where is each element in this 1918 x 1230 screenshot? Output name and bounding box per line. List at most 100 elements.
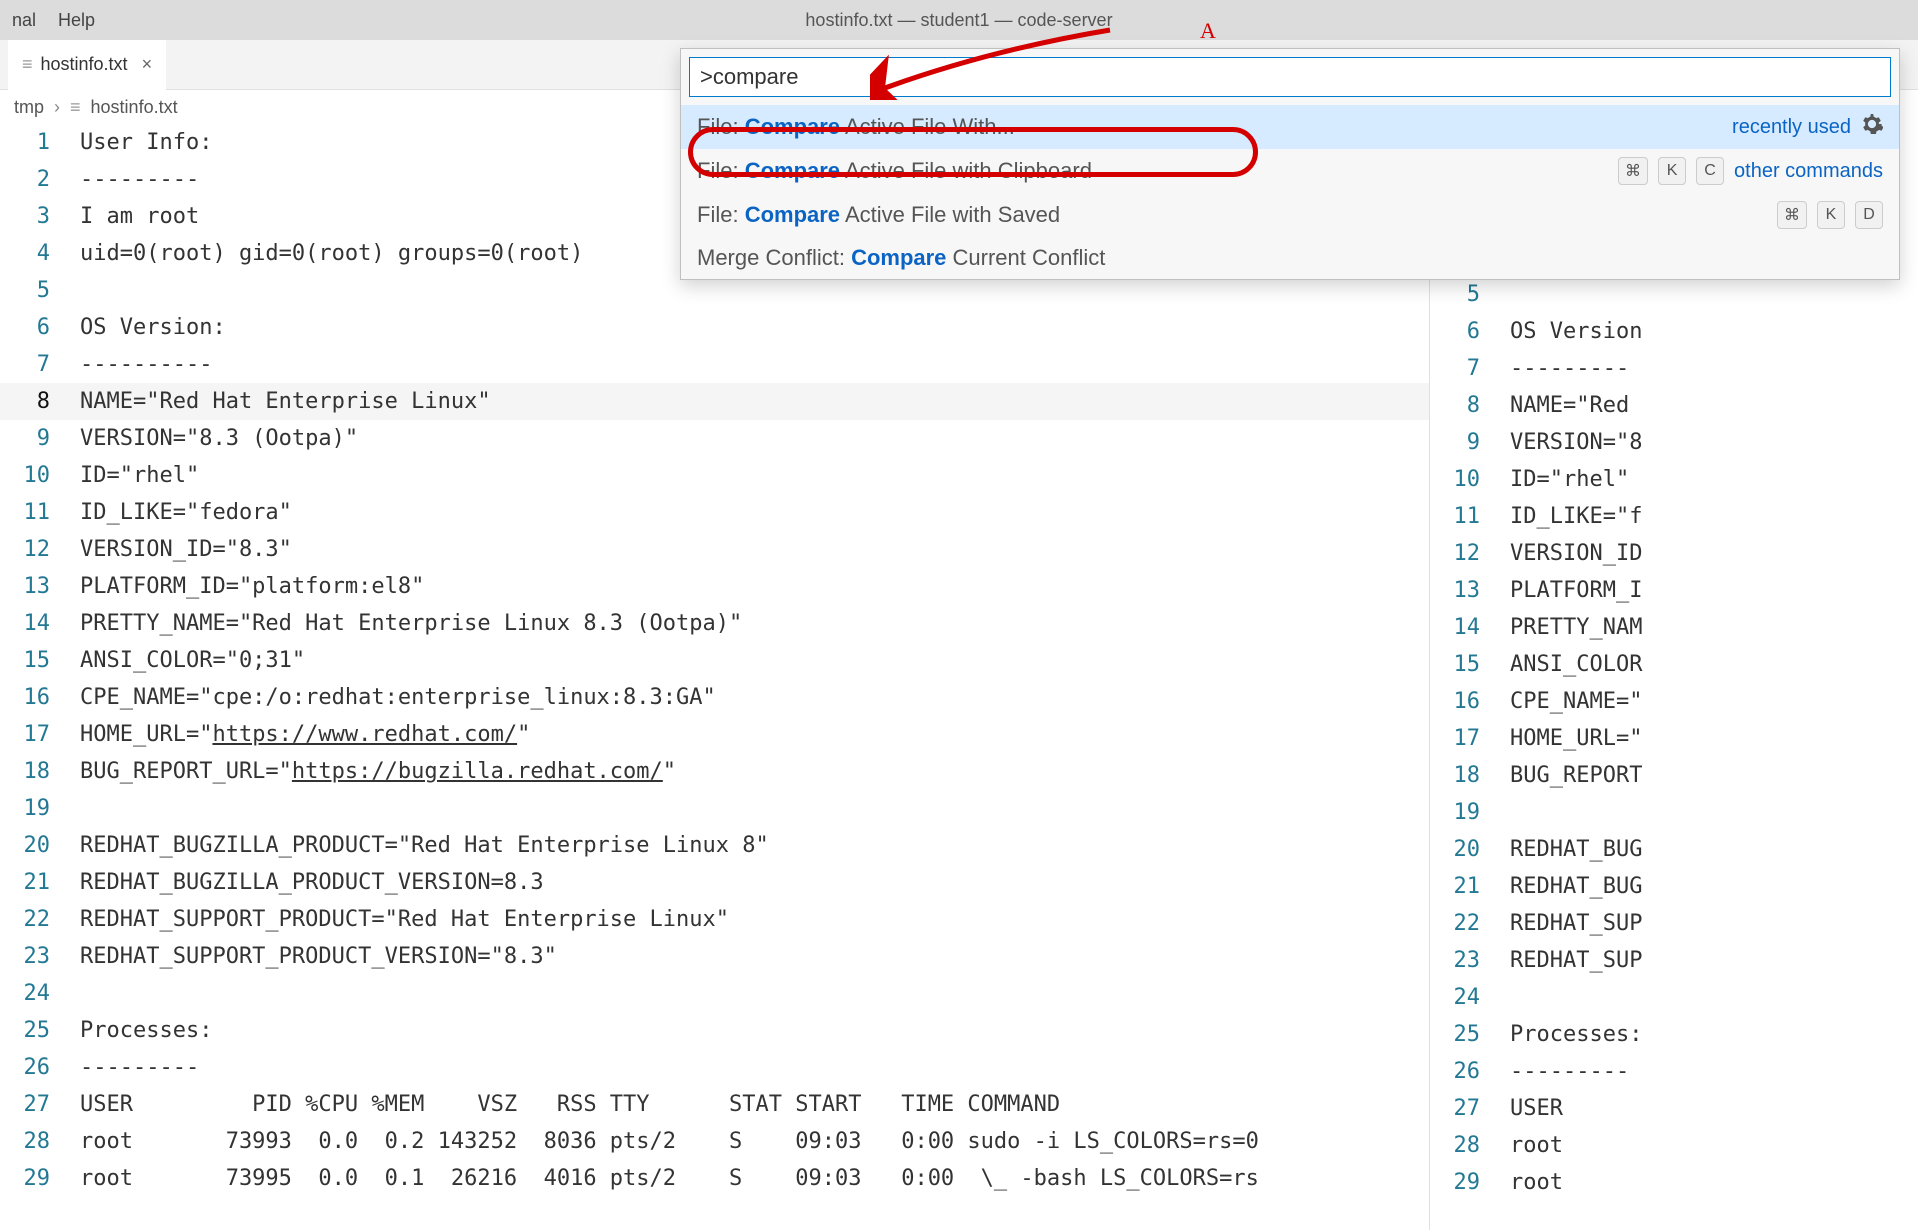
code-text[interactable]: Processes: bbox=[1510, 1016, 1642, 1053]
code-text[interactable]: OS Version: bbox=[80, 309, 226, 346]
code-line[interactable]: 22REDHAT_SUP bbox=[1430, 905, 1918, 942]
code-text[interactable]: ANSI_COLOR bbox=[1510, 646, 1642, 683]
code-text[interactable]: REDHAT_BUG bbox=[1510, 868, 1642, 905]
code-line[interactable]: 20REDHAT_BUGZILLA_PRODUCT="Red Hat Enter… bbox=[0, 827, 1429, 864]
code-text[interactable]: root 73995 0.0 0.1 26216 4016 pts/2 S 09… bbox=[80, 1160, 1259, 1197]
code-text[interactable]: VERSION_ID="8.3" bbox=[80, 531, 292, 568]
code-line[interactable]: 14PRETTY_NAME="Red Hat Enterprise Linux … bbox=[0, 605, 1429, 642]
code-text[interactable]: VERSION="8 bbox=[1510, 424, 1642, 461]
code-line[interactable]: 13PLATFORM_ID="platform:el8" bbox=[0, 568, 1429, 605]
code-text[interactable]: REDHAT_SUP bbox=[1510, 942, 1642, 979]
tab-hostinfo[interactable]: hostinfo.txt × bbox=[8, 40, 166, 90]
code-line[interactable]: 13PLATFORM_I bbox=[1430, 572, 1918, 609]
command-palette-item[interactable]: File: Compare Active File with Saved⌘KD bbox=[681, 193, 1899, 237]
code-line[interactable]: 28root 73993 0.0 0.2 143252 8036 pts/2 S… bbox=[0, 1123, 1429, 1160]
code-line[interactable]: 7--------- bbox=[1430, 350, 1918, 387]
code-line[interactable]: 18BUG_REPORT bbox=[1430, 757, 1918, 794]
code-line[interactable]: 19 bbox=[0, 790, 1429, 827]
code-line[interactable]: 15ANSI_COLOR="0;31" bbox=[0, 642, 1429, 679]
code-line[interactable]: 14PRETTY_NAM bbox=[1430, 609, 1918, 646]
code-line[interactable]: 29root 73995 0.0 0.1 26216 4016 pts/2 S … bbox=[0, 1160, 1429, 1197]
code-text[interactable]: --------- bbox=[1510, 1053, 1629, 1090]
code-line[interactable]: 11ID_LIKE="fedora" bbox=[0, 494, 1429, 531]
code-line[interactable]: 27USER bbox=[1430, 1090, 1918, 1127]
editor-right[interactable]: 56OS Version7---------8NAME="Red9VERSION… bbox=[1430, 124, 1918, 1230]
command-palette-input[interactable] bbox=[689, 57, 1891, 97]
code-line[interactable]: 19 bbox=[1430, 794, 1918, 831]
breadcrumb-folder[interactable]: tmp bbox=[14, 97, 44, 118]
code-text[interactable]: root bbox=[1510, 1164, 1563, 1201]
code-text[interactable]: REDHAT_BUG bbox=[1510, 831, 1642, 868]
code-text[interactable]: User Info: bbox=[80, 124, 212, 161]
code-line[interactable]: 7---------- bbox=[0, 346, 1429, 383]
code-line[interactable]: 18BUG_REPORT_URL="https://bugzilla.redha… bbox=[0, 753, 1429, 790]
code-text[interactable]: HOME_URL="https://www.redhat.com/" bbox=[80, 716, 530, 753]
code-text[interactable]: ---------- bbox=[80, 346, 212, 383]
code-text[interactable]: PLATFORM_I bbox=[1510, 572, 1642, 609]
code-text[interactable]: REDHAT_BUGZILLA_PRODUCT_VERSION=8.3 bbox=[80, 864, 544, 901]
code-text[interactable]: --------- bbox=[80, 161, 199, 198]
code-line[interactable]: 24 bbox=[1430, 979, 1918, 1016]
code-text[interactable]: BUG_REPORT_URL="https://bugzilla.redhat.… bbox=[80, 753, 676, 790]
code-line[interactable]: 16CPE_NAME=" bbox=[1430, 683, 1918, 720]
code-line[interactable]: 17HOME_URL=" bbox=[1430, 720, 1918, 757]
code-line[interactable]: 10ID="rhel" bbox=[0, 457, 1429, 494]
code-text[interactable]: ID_LIKE="fedora" bbox=[80, 494, 292, 531]
code-text[interactable]: USER PID %CPU %MEM VSZ RSS TTY STAT STAR… bbox=[80, 1086, 1060, 1123]
code-text[interactable]: NAME="Red Hat Enterprise Linux" bbox=[80, 383, 491, 420]
code-text[interactable]: ID="rhel" bbox=[80, 457, 199, 494]
code-line[interactable]: 23REDHAT_SUP bbox=[1430, 942, 1918, 979]
code-line[interactable]: 25Processes: bbox=[0, 1012, 1429, 1049]
code-text[interactable]: PLATFORM_ID="platform:el8" bbox=[80, 568, 424, 605]
code-text[interactable]: VERSION="8.3 (Ootpa)" bbox=[80, 420, 358, 457]
code-line[interactable]: 25Processes: bbox=[1430, 1016, 1918, 1053]
code-line[interactable]: 6OS Version bbox=[1430, 313, 1918, 350]
code-text[interactable]: Processes: bbox=[80, 1012, 212, 1049]
tab-close-icon[interactable]: × bbox=[142, 54, 153, 75]
code-line[interactable]: 15ANSI_COLOR bbox=[1430, 646, 1918, 683]
code-text[interactable]: --------- bbox=[1510, 350, 1629, 387]
code-text[interactable]: root 73993 0.0 0.2 143252 8036 pts/2 S 0… bbox=[80, 1123, 1259, 1160]
code-text[interactable]: VERSION_ID bbox=[1510, 535, 1642, 572]
code-line[interactable]: 22REDHAT_SUPPORT_PRODUCT="Red Hat Enterp… bbox=[0, 901, 1429, 938]
code-line[interactable]: 6OS Version: bbox=[0, 309, 1429, 346]
code-text[interactable]: HOME_URL=" bbox=[1510, 720, 1642, 757]
code-text[interactable]: REDHAT_BUGZILLA_PRODUCT="Red Hat Enterpr… bbox=[80, 827, 769, 864]
code-line[interactable]: 27USER PID %CPU %MEM VSZ RSS TTY STAT ST… bbox=[0, 1086, 1429, 1123]
code-line[interactable]: 26--------- bbox=[0, 1049, 1429, 1086]
menu-help[interactable]: Help bbox=[58, 10, 95, 31]
gear-icon[interactable] bbox=[1861, 113, 1883, 141]
code-text[interactable]: ANSI_COLOR="0;31" bbox=[80, 642, 305, 679]
code-line[interactable]: 16CPE_NAME="cpe:/o:redhat:enterprise_lin… bbox=[0, 679, 1429, 716]
command-palette-item[interactable]: File: Compare Active File with Clipboard… bbox=[681, 149, 1899, 193]
breadcrumb-file[interactable]: hostinfo.txt bbox=[91, 97, 178, 118]
code-line[interactable]: 12VERSION_ID bbox=[1430, 535, 1918, 572]
code-line[interactable]: 9VERSION="8.3 (Ootpa)" bbox=[0, 420, 1429, 457]
code-line[interactable]: 10ID="rhel" bbox=[1430, 461, 1918, 498]
code-text[interactable]: REDHAT_SUP bbox=[1510, 905, 1642, 942]
code-line[interactable]: 8NAME="Red Hat Enterprise Linux" bbox=[0, 383, 1429, 420]
code-text[interactable]: ID="rhel" bbox=[1510, 461, 1629, 498]
menu-terminal[interactable]: nal bbox=[12, 10, 36, 31]
code-line[interactable]: 29root bbox=[1430, 1164, 1918, 1201]
code-line[interactable]: 23REDHAT_SUPPORT_PRODUCT_VERSION="8.3" bbox=[0, 938, 1429, 975]
code-line[interactable]: 8NAME="Red bbox=[1430, 387, 1918, 424]
code-text[interactable]: CPE_NAME=" bbox=[1510, 683, 1642, 720]
code-text[interactable]: OS Version bbox=[1510, 313, 1642, 350]
code-text[interactable]: PRETTY_NAM bbox=[1510, 609, 1642, 646]
code-line[interactable]: 20REDHAT_BUG bbox=[1430, 831, 1918, 868]
code-text[interactable]: uid=0(root) gid=0(root) groups=0(root) bbox=[80, 235, 583, 272]
code-text[interactable]: REDHAT_SUPPORT_PRODUCT_VERSION="8.3" bbox=[80, 938, 557, 975]
editor-left[interactable]: 1User Info:2---------3I am root4uid=0(ro… bbox=[0, 124, 1430, 1230]
code-line[interactable]: 21REDHAT_BUG bbox=[1430, 868, 1918, 905]
code-text[interactable]: USER bbox=[1510, 1090, 1563, 1127]
code-text[interactable]: --------- bbox=[80, 1049, 199, 1086]
code-line[interactable]: 24 bbox=[0, 975, 1429, 1012]
code-text[interactable]: PRETTY_NAME="Red Hat Enterprise Linux 8.… bbox=[80, 605, 742, 642]
command-palette-item[interactable]: File: Compare Active File With...recentl… bbox=[681, 105, 1899, 149]
code-text[interactable]: I am root bbox=[80, 198, 199, 235]
code-line[interactable]: 9VERSION="8 bbox=[1430, 424, 1918, 461]
code-line[interactable]: 5 bbox=[1430, 276, 1918, 313]
code-line[interactable]: 17HOME_URL="https://www.redhat.com/" bbox=[0, 716, 1429, 753]
code-line[interactable]: 26--------- bbox=[1430, 1053, 1918, 1090]
